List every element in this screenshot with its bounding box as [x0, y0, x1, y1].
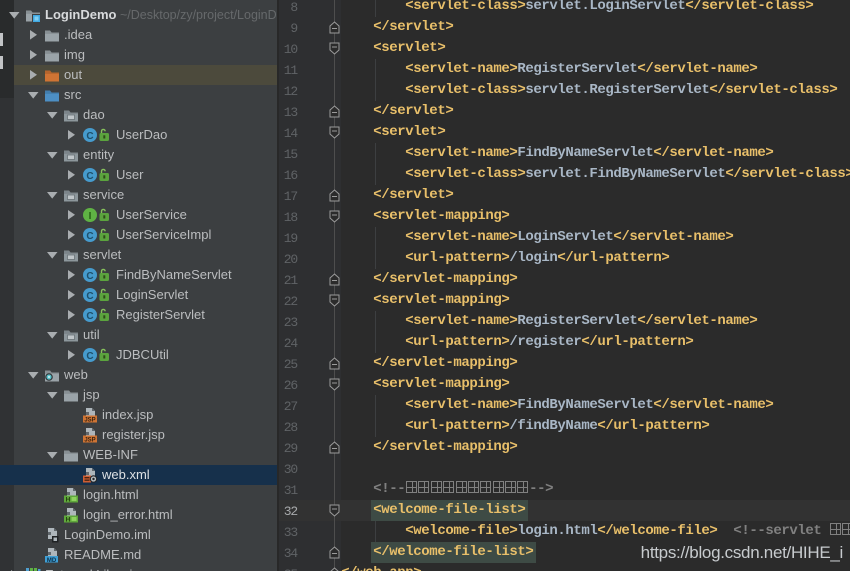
svg-text:MD: MD: [47, 558, 57, 563]
svg-text:JSP: JSP: [84, 418, 95, 424]
svg-text:C: C: [86, 231, 93, 242]
svg-text:C: C: [86, 131, 93, 142]
svg-text:C: C: [86, 171, 93, 182]
svg-text:C: C: [86, 351, 93, 362]
svg-text:C: C: [86, 291, 93, 302]
svg-text:C: C: [86, 271, 93, 282]
svg-text:JSP: JSP: [84, 438, 95, 444]
svg-text:I: I: [89, 211, 92, 222]
svg-text:C: C: [86, 311, 93, 322]
svg-text:H: H: [66, 517, 71, 524]
svg-text:H: H: [66, 497, 71, 504]
